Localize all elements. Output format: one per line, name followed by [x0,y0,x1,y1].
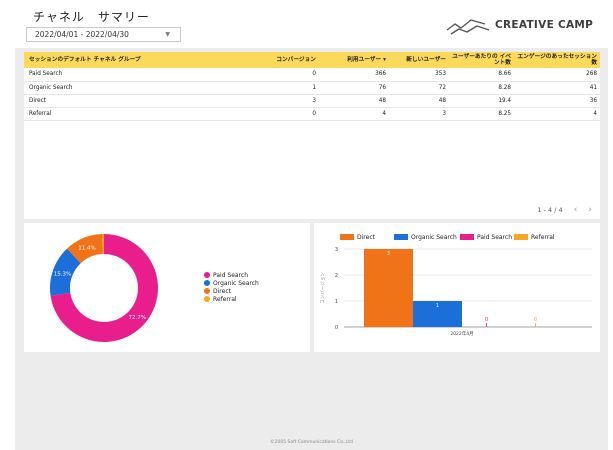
page-title: チャネル サマリー [33,10,150,24]
cell-new-users: 353 [389,68,449,82]
column-header-events-per-user[interactable]: ユーザーあたりの イベント数 [449,52,514,68]
cell-new-users: 72 [389,81,449,95]
cell-engaged-sessions: 4 [514,107,600,121]
cell-events-per-user: 8.66 [449,68,514,82]
cell-channel: Direct [24,94,259,108]
table-row[interactable]: Paid Search 0 366 353 8.66 268 [24,68,600,82]
date-range-value: 2022/04/01 - 2022/04/30 [35,30,129,39]
cell-channel: Organic Search [24,81,259,95]
cell-conversions: 3 [259,94,319,108]
chevron-right-icon[interactable]: › [588,205,592,215]
y-axis-label: コンバージョン [320,272,326,304]
logo-mark-icon [446,19,490,35]
donut-slice-label: 72.7% [129,315,146,321]
cell-channel: Referral [24,107,259,121]
cell-active-users: 4 [319,107,389,121]
cell-events-per-user: 8.25 [449,107,514,121]
column-header-engaged-sessions[interactable]: エンゲージのあったセッション数 [514,52,600,68]
legend-label: Paid Search [213,272,249,279]
cell-conversions: 0 [259,107,319,121]
table-pagination: 1 - 4 / 4 ‹ › [537,205,592,215]
cell-new-users: 3 [389,107,449,121]
bar-value-label: 1 [436,303,439,309]
pagination-label: 1 - 4 / 4 [537,206,563,214]
y-tick-label: 2 [335,273,338,279]
table-row[interactable]: Referral 0 4 3 8.25 4 [24,107,600,121]
cell-active-users: 76 [319,81,389,95]
bar-chart-card: Direct Organic Search Paid Search Referral … [314,223,600,352]
cell-active-users: 366 [319,68,389,82]
donut-chart: 72.7% 15.3% 11.4% [50,234,158,342]
legend-label: Organic Search [213,280,259,287]
table-row[interactable]: Direct 3 48 48 19.4 36 [24,94,600,108]
y-tick-label: 1 [335,299,338,305]
channel-table: セッションのデフォルト チャネル グループ コンバージョン 利用ユーザー ▾ 新… [24,52,600,121]
column-header-conversions[interactable]: コンバージョン [259,52,319,68]
legend-label: Referral [213,296,237,303]
chevron-left-icon[interactable]: ‹ [574,205,578,215]
cell-events-per-user: 8.28 [449,81,514,95]
y-tick-label: 3 [335,247,338,253]
legend-swatch [204,288,210,294]
bar-value-label: 0 [485,317,488,323]
report-canvas: チャネル サマリー 2022/04/01 - 2022/04/30 ▼ CREA… [15,0,608,450]
cell-new-users: 48 [389,94,449,108]
legend-item[interactable]: Referral [204,296,237,303]
column-header-channel[interactable]: セッションのデフォルト チャネル グループ [24,52,259,68]
cell-engaged-sessions: 41 [514,81,600,95]
cell-channel: Paid Search [24,68,259,82]
legend-swatch [204,296,210,302]
cell-active-users: 48 [319,94,389,108]
bar-value-label: 0 [534,317,537,323]
bar-chart: 0 1 2 3 コンバージョン 3 1 0 0 2022年4月 [320,247,592,337]
legend-swatch [204,280,210,286]
donut-slice-label: 15.3% [54,271,71,277]
cell-conversions: 1 [259,81,319,95]
x-tick-label: 2022年4月 [450,330,473,337]
dropdown-caret-icon: ▼ [165,31,170,38]
cell-engaged-sessions: 36 [514,94,600,108]
legend-item[interactable]: Organic Search [204,280,259,287]
table-header-row: セッションのデフォルト チャネル グループ コンバージョン 利用ユーザー ▾ 新… [24,52,600,68]
cell-conversions: 0 [259,68,319,82]
channel-table-card: セッションのデフォルト チャネル グループ コンバージョン 利用ユーザー ▾ 新… [24,52,600,219]
footer-copyright: ©2005 Soft Communications Co.,Ltd [270,440,353,445]
legend-item[interactable]: Paid Search [204,272,248,279]
bar-value-label: 3 [387,251,390,257]
legend-label: Direct [213,288,231,295]
donut-slice-label: 11.4% [78,245,95,251]
cell-engaged-sessions: 268 [514,68,600,82]
table-row[interactable]: Organic Search 1 76 72 8.28 41 [24,81,600,95]
legend-item[interactable]: Direct [204,288,231,295]
column-header-new-users[interactable]: 新しいユーザー [389,52,449,68]
logo-text: CREATIVE CAMP [495,19,594,31]
legend-swatch [204,272,210,278]
date-range-picker[interactable]: 2022/04/01 - 2022/04/30 ▼ [26,27,181,42]
bar-direct[interactable] [364,249,413,327]
y-tick-label: 0 [335,325,338,331]
column-header-active-users[interactable]: 利用ユーザー ▾ [319,52,389,68]
report-header: チャネル サマリー 2022/04/01 - 2022/04/30 ▼ CREA… [15,0,608,48]
cell-events-per-user: 19.4 [449,94,514,108]
company-logo: CREATIVE CAMP [445,16,605,38]
donut-chart-card: 72.7% 15.3% 11.4% Paid Search Organic Searc… [24,223,310,352]
